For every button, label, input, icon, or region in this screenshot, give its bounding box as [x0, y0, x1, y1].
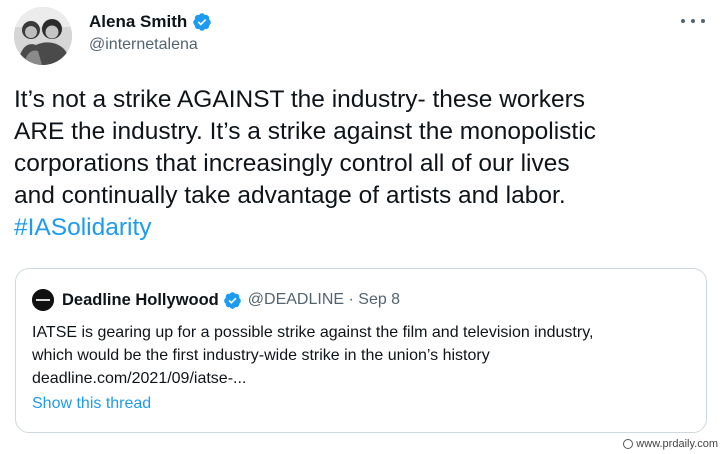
quoted-author-name[interactable]: Deadline Hollywood [62, 291, 219, 310]
globe-icon [623, 439, 634, 449]
watermark: www.prdaily.com [620, 437, 721, 451]
tweet-text-line: ARE the industry. It’s a strike against … [14, 118, 596, 145]
quoted-link[interactable]: deadline.com/2021/09/iatse-... [32, 367, 702, 390]
hashtag-link[interactable]: #IASolidarity [14, 212, 714, 244]
tweet-text-line: It’s not a strike AGAINST the industry- … [14, 86, 585, 113]
show-thread-link[interactable]: Show this thread [32, 395, 151, 413]
author-name-row[interactable]: Alena Smith [89, 12, 212, 32]
tweet-text-line: corporations that increasingly control a… [14, 150, 570, 177]
avatar[interactable] [14, 7, 72, 65]
quoted-handle-date[interactable]: @DEADLINE · Sep 8 [248, 291, 400, 309]
author-handle[interactable]: @internetalena [89, 36, 198, 54]
verified-badge-icon [193, 13, 211, 31]
verified-badge-icon [223, 291, 241, 309]
tweet-text: It’s not a strike AGAINST the industry- … [14, 84, 714, 244]
quoted-tweet-header: Deadline Hollywood @DEADLINE · Sep 8 [32, 289, 400, 311]
more-options-icon[interactable] [681, 15, 705, 27]
quoted-tweet-text: IATSE is gearing up for a possible strik… [32, 321, 702, 390]
quoted-text-line: IATSE is gearing up for a possible strik… [32, 324, 594, 341]
tweet-text-line: and continually take advantage of artist… [14, 182, 566, 209]
quoted-tweet[interactable]: Deadline Hollywood @DEADLINE · Sep 8 IAT… [15, 268, 707, 433]
tweet-card: Alena Smith @internetalena It’s not a st… [0, 0, 725, 454]
author-name[interactable]: Alena Smith [89, 12, 187, 32]
quoted-avatar [32, 289, 54, 311]
quoted-text-line: which would be the first industry-wide s… [32, 347, 490, 364]
watermark-text: www.prdaily.com [636, 438, 718, 450]
